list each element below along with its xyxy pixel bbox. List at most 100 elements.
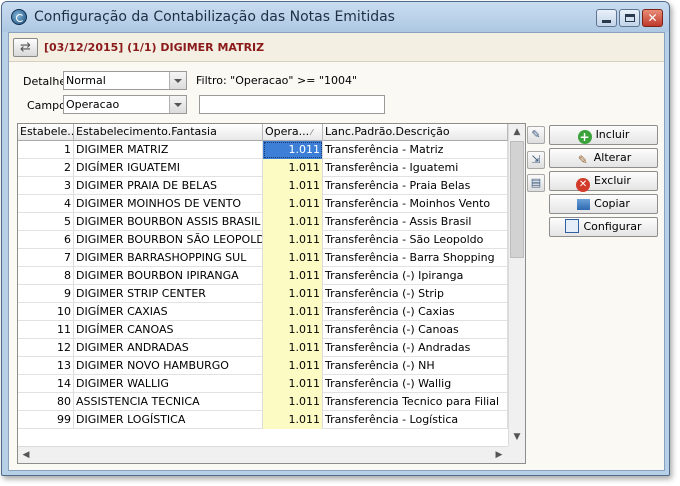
cell-estabelecimento[interactable]: 9 bbox=[18, 285, 74, 303]
table-row[interactable]: 14 DIGIMER WALLIG 1.011 Transferência (-) W… bbox=[18, 375, 508, 393]
close-button[interactable]: ✕ bbox=[642, 9, 663, 27]
cell-estabelecimento[interactable]: 6 bbox=[18, 231, 74, 249]
search-input[interactable] bbox=[199, 95, 385, 114]
table-row[interactable]: 10 DIGÍMER CAXIAS 1.011 Transferência (-) C… bbox=[18, 303, 508, 321]
scroll-down-icon[interactable]: ▼ bbox=[509, 429, 525, 445]
cell-fantasia[interactable]: DIGÍMER CAXIAS bbox=[74, 303, 263, 321]
cell-operacao[interactable]: 1.011 bbox=[263, 249, 323, 267]
cell-fantasia[interactable]: DIGIMER STRIP CENTER bbox=[74, 285, 263, 303]
title-bar[interactable]: Configuração da Contabilização das Notas… bbox=[2, 2, 669, 32]
table-row[interactable]: 99 DIGIMER LOGÍSTICA 1.011 Transferência - … bbox=[18, 411, 508, 429]
table-row[interactable]: 7 DIGIMER BARRASHOPPING SUL 1.011 Transferê… bbox=[18, 249, 508, 267]
table-row[interactable]: 5 DIGIMER BOURBON ASSIS BRASIL 1.011 Transf… bbox=[18, 213, 508, 231]
table-row[interactable]: 8 DIGIMER BOURBON IPIRANGA 1.011 Transferên… bbox=[18, 267, 508, 285]
maximize-button[interactable] bbox=[619, 9, 640, 27]
cell-descricao[interactable]: Transferência (-) Caxias bbox=[323, 303, 508, 321]
cell-operacao[interactable]: 1.011 bbox=[263, 375, 323, 393]
cell-descricao[interactable]: Transferência - Assis Brasil bbox=[323, 213, 508, 231]
chevron-down-icon[interactable] bbox=[169, 72, 186, 89]
cell-estabelecimento[interactable]: 8 bbox=[18, 267, 74, 285]
excluir-button[interactable]: ✕ Excluir bbox=[549, 171, 658, 192]
cell-operacao[interactable]: 1.011 bbox=[263, 159, 323, 177]
cell-estabelecimento[interactable]: 2 bbox=[18, 159, 74, 177]
cell-operacao[interactable]: 1.011 bbox=[263, 195, 323, 213]
table-row[interactable]: 1 DIGIMER MATRIZ 1.011 Transferência - Matr… bbox=[18, 141, 508, 159]
column-header-fantasia[interactable]: Estabelecimento.Fantasia bbox=[74, 124, 263, 141]
cell-operacao[interactable]: 1.011 bbox=[263, 411, 323, 429]
cell-descricao[interactable]: Transferência (-) Canoas bbox=[323, 321, 508, 339]
scroll-up-icon[interactable]: ▲ bbox=[509, 124, 525, 140]
incluir-button[interactable]: + Incluir bbox=[549, 125, 658, 145]
cell-operacao[interactable]: 1.011 bbox=[263, 303, 323, 321]
cell-estabelecimento[interactable]: 99 bbox=[18, 411, 74, 429]
cell-operacao[interactable]: 1.011 bbox=[263, 357, 323, 375]
cell-fantasia[interactable]: ASSISTENCIA TECNICA bbox=[74, 393, 263, 411]
cell-estabelecimento[interactable]: 1 bbox=[18, 141, 74, 159]
export-icon[interactable]: ⇲ bbox=[527, 151, 545, 169]
horizontal-scrollbar[interactable]: ◀ ▶ bbox=[18, 446, 508, 463]
cell-fantasia[interactable]: DIGÍMER IGUATEMI bbox=[74, 159, 263, 177]
cell-estabelecimento[interactable]: 5 bbox=[18, 213, 74, 231]
cell-descricao[interactable]: Transferência - Barra Shopping bbox=[323, 249, 508, 267]
table-row[interactable]: 9 DIGIMER STRIP CENTER 1.011 Transferência … bbox=[18, 285, 508, 303]
cell-operacao[interactable]: 1.011 bbox=[263, 321, 323, 339]
table-row[interactable]: 3 DIGIMER PRAIA DE BELAS 1.011 Transferênci… bbox=[18, 177, 508, 195]
swap-arrows-icon[interactable]: ⇄ bbox=[13, 38, 38, 57]
cell-estabelecimento[interactable]: 11 bbox=[18, 321, 74, 339]
cell-descricao[interactable]: Transferência (-) NH bbox=[323, 357, 508, 375]
cell-operacao[interactable]: 1.011 bbox=[263, 267, 323, 285]
cell-estabelecimento[interactable]: 80 bbox=[18, 393, 74, 411]
cell-descricao[interactable]: Transferência (-) Andradas bbox=[323, 339, 508, 357]
table-row[interactable]: 6 DIGIMER BOURBON SÃO LEOPOLDO 1.011 Transf… bbox=[18, 231, 508, 249]
cell-operacao[interactable]: 1.011 bbox=[263, 177, 323, 195]
vertical-scrollbar[interactable]: ▲ ▼ bbox=[508, 124, 525, 446]
cell-fantasia[interactable]: DIGIMER PRAIA DE BELAS bbox=[74, 177, 263, 195]
cell-fantasia[interactable]: DIGÍMER CANOAS bbox=[74, 321, 263, 339]
cell-fantasia[interactable]: DIGIMER BARRASHOPPING SUL bbox=[74, 249, 263, 267]
cell-descricao[interactable]: Transferência (-) Wallig bbox=[323, 375, 508, 393]
cell-estabelecimento[interactable]: 14 bbox=[18, 375, 74, 393]
configurar-button[interactable]: Configurar bbox=[549, 217, 658, 237]
cell-fantasia[interactable]: DIGIMER MOINHOS DE VENTO bbox=[74, 195, 263, 213]
campo-select[interactable]: Operacao bbox=[63, 95, 187, 114]
cell-descricao[interactable]: Transferencia Tecnico para Filial bbox=[323, 393, 508, 411]
column-header-estabelecimento[interactable]: Estabele... bbox=[18, 124, 74, 141]
cell-descricao[interactable]: Transferência - Moinhos Vento bbox=[323, 195, 508, 213]
cell-fantasia[interactable]: DIGIMER LOGÍSTICA bbox=[74, 411, 263, 429]
cell-operacao[interactable]: 1.011 bbox=[263, 285, 323, 303]
table-row[interactable]: 12 DIGIMER ANDRADAS 1.011 Transferência (-)… bbox=[18, 339, 508, 357]
cell-fantasia[interactable]: DIGIMER BOURBON IPIRANGA bbox=[74, 267, 263, 285]
cell-estabelecimento[interactable]: 10 bbox=[18, 303, 74, 321]
cell-fantasia[interactable]: DIGIMER ANDRADAS bbox=[74, 339, 263, 357]
cell-descricao[interactable]: Transferência (-) Strip bbox=[323, 285, 508, 303]
cell-operacao[interactable]: 1.011 bbox=[263, 231, 323, 249]
cell-fantasia[interactable]: DIGIMER WALLIG bbox=[74, 375, 263, 393]
cell-estabelecimento[interactable]: 13 bbox=[18, 357, 74, 375]
cell-descricao[interactable]: Transferência - São Leopoldo bbox=[323, 231, 508, 249]
detalhe-select[interactable]: Normal bbox=[63, 71, 187, 90]
cell-estabelecimento[interactable]: 4 bbox=[18, 195, 74, 213]
cell-fantasia[interactable]: DIGIMER MATRIZ bbox=[74, 141, 263, 159]
chevron-down-icon[interactable] bbox=[169, 96, 186, 113]
cell-descricao[interactable]: Transferência - Praia Belas bbox=[323, 177, 508, 195]
table-row[interactable]: 13 DIGIMER NOVO HAMBURGO 1.011 Transferênci… bbox=[18, 357, 508, 375]
copiar-button[interactable]: Copiar bbox=[549, 194, 658, 214]
cell-operacao[interactable]: 1.011 bbox=[263, 141, 323, 159]
table-row[interactable]: 80 ASSISTENCIA TECNICA 1.011 Transferencia … bbox=[18, 393, 508, 411]
scroll-thumb[interactable] bbox=[510, 141, 524, 258]
cell-estabelecimento[interactable]: 12 bbox=[18, 339, 74, 357]
table-row[interactable]: 11 DIGÍMER CANOAS 1.011 Transferência (-) C… bbox=[18, 321, 508, 339]
cell-fantasia[interactable]: DIGIMER BOURBON ASSIS BRASIL bbox=[74, 213, 263, 231]
minimize-button[interactable] bbox=[596, 9, 617, 27]
cell-descricao[interactable]: Transferência - Iguatemi bbox=[323, 159, 508, 177]
cell-descricao[interactable]: Transferência (-) Ipiranga bbox=[323, 267, 508, 285]
cell-descricao[interactable]: Transferência - Matriz bbox=[323, 141, 508, 159]
table-row[interactable]: 4 DIGIMER MOINHOS DE VENTO 1.011 Transferên… bbox=[18, 195, 508, 213]
column-header-operacao[interactable]: Opera... ⁄ bbox=[263, 124, 323, 141]
cell-estabelecimento[interactable]: 3 bbox=[18, 177, 74, 195]
cell-descricao[interactable]: Transferência - Logística bbox=[323, 411, 508, 429]
column-header-descricao[interactable]: Lanc.Padrão.Descrição bbox=[323, 124, 508, 141]
tools-icon[interactable]: ✎ bbox=[527, 126, 545, 144]
alterar-button[interactable]: ✎ Alterar bbox=[549, 148, 658, 168]
scroll-left-icon[interactable]: ◀ bbox=[18, 447, 34, 463]
